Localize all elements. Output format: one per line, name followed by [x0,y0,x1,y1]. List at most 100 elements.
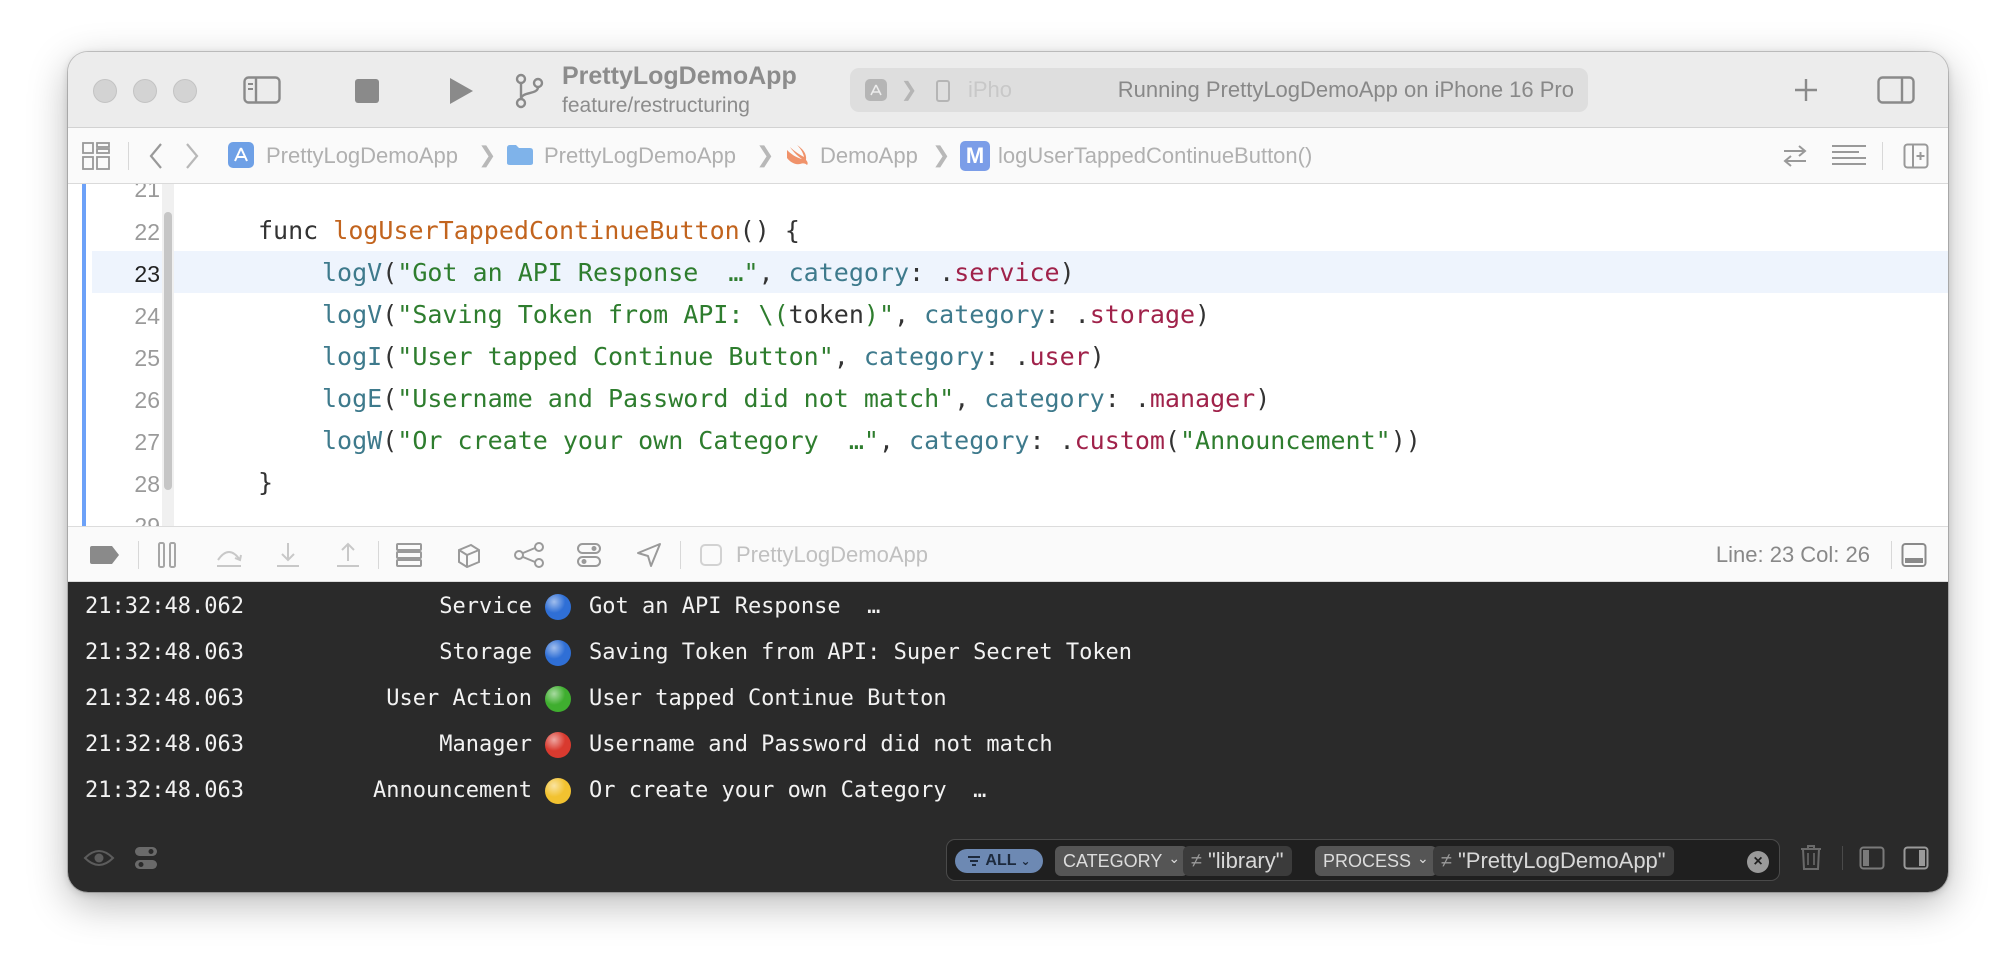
code-interpolation: token [788,300,864,329]
code-enum-case: manager [1149,384,1256,413]
back-chevron-icon[interactable] [146,142,166,170]
crumb-method[interactable]: logUserTappedContinueButton() [998,143,1312,169]
console-log-row[interactable]: 21:32:48.062 Service Got an API Response … [68,594,1948,624]
sidebar-toggle-icon[interactable] [242,74,282,106]
filter-category-value[interactable]: ≠ "library" [1183,846,1292,876]
clear-filter-icon[interactable]: × [1747,851,1769,873]
show-console-view-icon[interactable] [1902,845,1930,871]
crumb-project[interactable]: PrettyLogDemoApp [266,143,458,169]
code-punctuation: , [954,384,985,413]
run-icon[interactable] [446,76,476,106]
eye-icon[interactable] [82,846,116,870]
trash-icon[interactable] [1798,844,1824,872]
minimize-window-button[interactable] [133,79,157,103]
log-level-dot-icon [545,594,571,620]
log-level-dot-icon [545,640,571,666]
filter-category-key[interactable]: CATEGORY ⌄ [1055,846,1189,876]
graph-nodes-icon[interactable] [514,541,544,569]
code-arg-label: category [984,384,1105,413]
code-punctuation: : . [1029,426,1075,455]
code-line-24[interactable]: logV("Saving Token from API: \(token)", … [322,300,1210,329]
code-punctuation: ( [382,384,398,413]
filter-process-value[interactable]: ≠ "PrettyLogDemoApp" [1433,846,1674,876]
line-number: 26 [134,387,160,413]
run-destination[interactable]: iPho [968,77,1028,103]
stop-icon[interactable] [354,78,380,104]
activity-view[interactable]: ❯ iPho Running PrettyLogDemoApp on iPhon… [850,68,1588,112]
location-arrow-icon[interactable] [634,541,664,569]
step-into-icon[interactable] [274,541,302,569]
iphone-icon[interactable] [934,78,952,104]
view-hierarchy-icon[interactable] [394,541,424,569]
breakpoints-toggle-icon[interactable] [88,545,120,565]
app-icon [228,142,254,168]
code-punctuation: , [833,342,864,371]
filter-process-value-text: "PrettyLogDemoApp" [1457,848,1666,873]
filter-process-label: PROCESS [1323,850,1412,871]
filter-process-key[interactable]: PROCESS ⌄ [1315,846,1437,876]
editor-options-icon[interactable] [1830,142,1868,170]
code-enum-case: storage [1089,300,1196,329]
code-punctuation: () { [739,216,800,245]
console-log-row[interactable]: 21:32:48.063 Announcement Or create your o… [68,778,1948,808]
code-keyword: func [258,216,319,245]
console-log-row[interactable]: 21:32:48.063 User Action User tapped Conti… [68,686,1948,716]
console-area[interactable]: 21:32:48.062 Service Got an API Response …… [68,582,1948,892]
show-variables-view-icon[interactable] [1858,845,1886,871]
log-timestamp: 21:32:48.063 [85,778,244,803]
code-line-23[interactable]: logV("Got an API Response …", category: … [322,258,1075,287]
code-punctuation: ( [382,426,398,455]
source-editor[interactable]: 21 22 23 24 25 26 27 28 29 func logUserT… [68,184,1948,526]
swap-arrows-icon[interactable] [1780,142,1810,170]
crumb-separator: ❯ [478,142,497,167]
memory-graph-icon[interactable] [454,541,484,569]
branch-icon[interactable] [512,72,546,110]
console-log-row[interactable]: 21:32:48.063 Manager Username and Password… [68,732,1948,762]
code-punctuation: )) [1390,426,1421,455]
log-message: Saving Token from API: Super Secret Toke… [589,640,1133,665]
console-log-row[interactable]: 21:32:48.063 Storage Saving Token from API… [68,640,1948,670]
crumb-file[interactable]: DemoApp [820,143,918,169]
code-punctuation: ( [382,342,398,371]
code-brace: } [258,468,274,497]
close-window-button[interactable] [93,79,117,103]
code-line-25[interactable]: logI("User tapped Continue Button", cate… [322,342,1105,371]
forward-chevron-icon[interactable] [182,142,202,170]
pause-icon[interactable] [154,541,180,569]
log-category: Announcement [373,778,532,803]
code-line-26[interactable]: logE("Username and Password did not matc… [322,384,1270,413]
line-number: 24 [134,303,160,329]
branch-name: feature/restructuring [562,94,750,117]
filter-all-pill[interactable]: ALL ⌄ [955,849,1043,873]
line-number: 22 [134,219,160,245]
code-function-name: logUserTappedContinueButton [333,216,740,245]
code-arg-label: category [924,300,1045,329]
add-editor-icon[interactable] [1902,142,1930,170]
code-line-28[interactable]: } [258,468,273,497]
code-punctuation: ( [382,300,398,329]
code-line-22[interactable]: func logUserTappedContinueButton() { [258,216,800,245]
inspector-toggle-icon[interactable] [1876,74,1916,106]
line-number: 29 [134,513,160,526]
code-line-27[interactable]: logW("Or create your own Category …", ca… [322,426,1421,455]
add-icon[interactable] [1790,74,1822,106]
code-call: logW [322,426,383,455]
log-level-dot-icon [545,778,571,804]
crumb-group[interactable]: PrettyLogDemoApp [544,143,736,169]
variables-toggle-icon[interactable] [132,844,160,872]
log-timestamp: 21:32:48.063 [85,640,244,665]
environment-overrides-icon[interactable] [574,541,604,569]
code-punctuation: ( [1164,426,1180,455]
app-target-icon[interactable] [864,78,888,102]
gutter-scroll-thumb[interactable] [164,212,172,490]
scheme-title[interactable]: PrettyLogDemoApp [562,62,797,91]
hide-debug-area-icon[interactable] [1900,541,1928,569]
code-call: logV [322,258,383,287]
related-items-grid-icon[interactable] [82,142,110,170]
zoom-window-button[interactable] [173,79,197,103]
console-filter-bar[interactable]: ALL ⌄ CATEGORY ⌄ ≠ "library" PROCESS ⌄ ≠ [946,839,1780,881]
not-equal-operator: ≠ [1441,849,1452,872]
step-over-icon[interactable] [214,541,244,569]
step-out-icon[interactable] [334,541,362,569]
log-message: User tapped Continue Button [589,686,947,711]
